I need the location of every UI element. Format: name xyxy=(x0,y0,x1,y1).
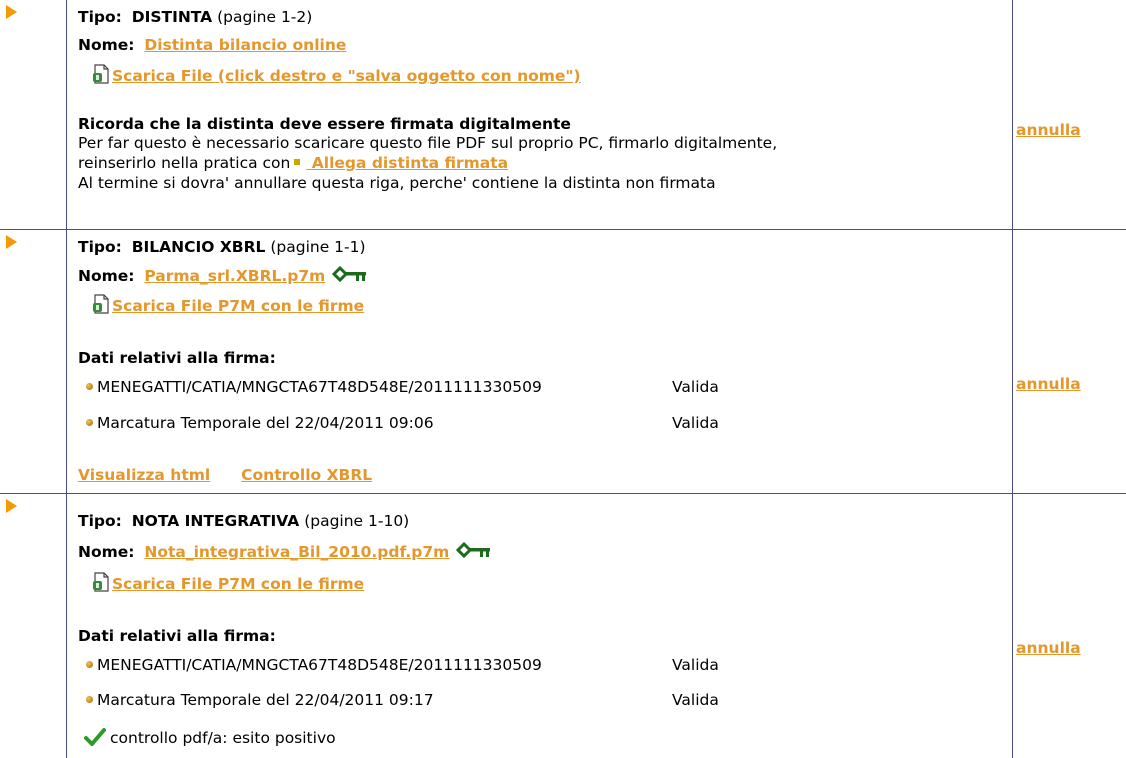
signature-text: Marcatura Temporale del 22/04/2011 09:17 xyxy=(97,691,434,709)
signature-item: MENEGATTI/CATIA/MNGCTA67T48D548E/2011111… xyxy=(86,656,786,674)
pdfa-check-text: controllo pdf/a: esito positivo xyxy=(110,729,336,747)
signature-text: MENEGATTI/CATIA/MNGCTA67T48D548E/2011111… xyxy=(97,656,542,674)
download-line: Scarica File P7M con le firme xyxy=(92,294,364,315)
attach-signed-link[interactable]: Allega distinta firmata xyxy=(306,154,508,172)
square-bullet-icon xyxy=(294,159,301,165)
download-line: Scarica File (click destro e "salva ogge… xyxy=(92,64,581,85)
signature-title: Dati relativi alla firma: xyxy=(78,627,276,645)
document-list: Tipo: DISTINTA (pagine 1-2) Nome: Distin… xyxy=(0,0,1126,758)
nome-line: Nome: Parma_srl.XBRL.p7m xyxy=(78,266,368,285)
tipo-value: BILANCIO XBRL xyxy=(131,238,266,256)
nome-label: Nome: xyxy=(78,543,135,561)
xbrl-check-link[interactable]: Controllo XBRL xyxy=(241,466,372,484)
annulla-link[interactable]: annulla xyxy=(1016,375,1081,393)
expand-arrow-icon[interactable] xyxy=(6,499,17,513)
tipo-line: Tipo: NOTA INTEGRATIVA (pagine 1-10) xyxy=(78,512,409,530)
bullet-icon xyxy=(86,696,93,703)
download-file-link[interactable]: Scarica File (click destro e "salva ogge… xyxy=(112,67,581,85)
signature-text: MENEGATTI/CATIA/MNGCTA67T48D548E/2011111… xyxy=(97,378,542,396)
signature-item: Marcatura Temporale del 22/04/2011 09:06… xyxy=(86,414,786,432)
reminder-line-3: Al termine si dovra' annullare questa ri… xyxy=(78,174,716,192)
file-name-link[interactable]: Distinta bilancio online xyxy=(144,36,346,54)
download-file-icon xyxy=(93,572,109,592)
tipo-label: Tipo: xyxy=(78,8,122,26)
file-name-link[interactable]: Parma_srl.XBRL.p7m xyxy=(144,267,325,285)
nome-line: Nome: Distinta bilancio online xyxy=(78,36,346,54)
reminder-line-2: reinserirlo nella pratica con Allega dis… xyxy=(78,154,508,172)
bullet-icon xyxy=(86,383,93,390)
document-row-distinta: Tipo: DISTINTA (pagine 1-2) Nome: Distin… xyxy=(0,0,1126,229)
reminder-title: Ricorda che la distinta deve essere firm… xyxy=(78,115,571,133)
signature-status: Valida xyxy=(672,414,719,432)
document-row-nota-integrativa: Tipo: NOTA INTEGRATIVA (pagine 1-10) Nom… xyxy=(0,494,1126,758)
pdfa-check-line: controllo pdf/a: esito positivo xyxy=(84,728,336,747)
signature-title: Dati relativi alla firma: xyxy=(78,349,276,367)
signature-status: Valida xyxy=(672,378,719,396)
key-signature-icon[interactable] xyxy=(456,542,492,558)
tipo-line: Tipo: DISTINTA (pagine 1-2) xyxy=(78,8,312,26)
bullet-icon xyxy=(86,419,93,426)
document-row-bilancio-xbrl: Tipo: BILANCIO XBRL (pagine 1-1) Nome: P… xyxy=(0,230,1126,493)
tipo-pages: (pagine 1-10) xyxy=(304,512,410,530)
tipo-label: Tipo: xyxy=(78,512,122,530)
signature-text: Marcatura Temporale del 22/04/2011 09:06 xyxy=(97,414,434,432)
nome-label: Nome: xyxy=(78,36,135,54)
download-file-link[interactable]: Scarica File P7M con le firme xyxy=(112,575,364,593)
download-file-icon xyxy=(93,64,109,84)
tipo-value: NOTA INTEGRATIVA xyxy=(131,512,300,530)
expand-arrow-icon[interactable] xyxy=(6,5,17,19)
expand-arrow-icon[interactable] xyxy=(6,235,17,249)
signature-status: Valida xyxy=(672,656,719,674)
actions-line: Visualizza html Controllo XBRL xyxy=(78,466,372,484)
tipo-pages: (pagine 1-2) xyxy=(217,8,313,26)
file-name-link[interactable]: Nota_integrativa_Bil_2010.pdf.p7m xyxy=(144,543,449,561)
annulla-link[interactable]: annulla xyxy=(1016,639,1081,657)
signature-status: Valida xyxy=(672,691,719,709)
key-signature-icon[interactable] xyxy=(332,266,368,282)
nome-line: Nome: Nota_integrativa_Bil_2010.pdf.p7m xyxy=(78,542,492,561)
view-html-link[interactable]: Visualizza html xyxy=(78,466,210,484)
signature-item: MENEGATTI/CATIA/MNGCTA67T48D548E/2011111… xyxy=(86,378,786,396)
tipo-label: Tipo: xyxy=(78,238,122,256)
reminder-line-1: Per far questo è necessario scaricare qu… xyxy=(78,134,778,152)
tipo-pages: (pagine 1-1) xyxy=(270,238,366,256)
download-file-icon xyxy=(93,294,109,314)
reminder-line-2-text: reinserirlo nella pratica con xyxy=(78,154,291,172)
download-file-link[interactable]: Scarica File P7M con le firme xyxy=(112,297,364,315)
download-line: Scarica File P7M con le firme xyxy=(92,572,364,593)
tipo-line: Tipo: BILANCIO XBRL (pagine 1-1) xyxy=(78,238,366,256)
check-icon xyxy=(84,728,106,746)
annulla-link[interactable]: annulla xyxy=(1016,121,1081,139)
tipo-value: DISTINTA xyxy=(131,8,213,26)
nome-label: Nome: xyxy=(78,267,135,285)
signature-item: Marcatura Temporale del 22/04/2011 09:17… xyxy=(86,691,786,709)
bullet-icon xyxy=(86,661,93,668)
